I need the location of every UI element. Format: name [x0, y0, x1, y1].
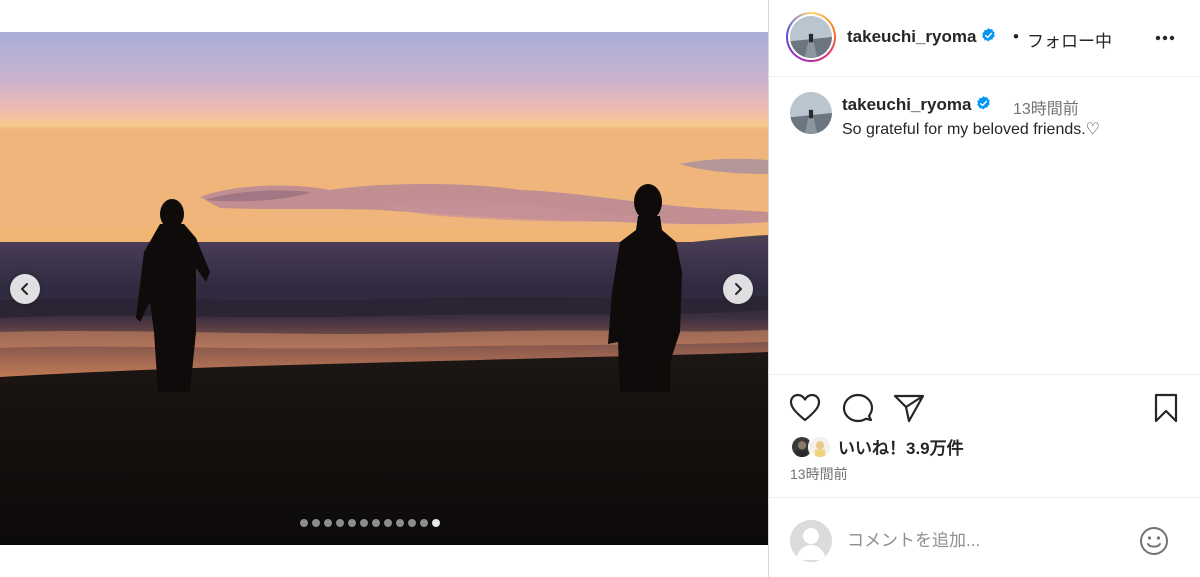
post-photo[interactable]: [0, 32, 768, 545]
carousel-dot: [396, 519, 404, 527]
chevron-right-icon: [735, 283, 742, 295]
verified-icon: [982, 28, 996, 42]
author-avatar: [790, 16, 832, 58]
carousel-indicator: [300, 519, 440, 527]
share-icon[interactable]: [893, 393, 925, 423]
comment-icon[interactable]: [842, 393, 874, 423]
carousel-dot: [336, 519, 344, 527]
carousel-dot-active: [432, 519, 440, 527]
carousel-dot: [312, 519, 320, 527]
carousel-dot: [300, 519, 308, 527]
caption-author-avatar[interactable]: [790, 92, 832, 134]
post-timestamp: 13時間前: [790, 466, 848, 482]
likes-count[interactable]: いいね！3.9万件: [838, 434, 964, 459]
carousel-dot: [408, 519, 416, 527]
actions-divider: [769, 374, 1200, 375]
more-icon[interactable]: [1153, 28, 1177, 48]
liker-avatar: [808, 434, 832, 459]
carousel-dot: [420, 519, 428, 527]
heart-icon[interactable]: [789, 393, 821, 423]
comment-divider: [769, 497, 1200, 498]
verified-icon: [977, 96, 991, 110]
comment-input[interactable]: [847, 526, 1127, 556]
caption-text: So grateful for my beloved friends.♡: [842, 121, 1101, 138]
post-side-panel: takeuchi_ryoma • フォロー中 takeuchi_ryoma 13…: [769, 0, 1200, 577]
default-avatar-icon: [790, 520, 832, 562]
author-username-text: takeuchi_ryoma: [847, 27, 977, 46]
carousel-dot: [324, 519, 332, 527]
carousel-dot: [384, 519, 392, 527]
caption-username[interactable]: takeuchi_ryoma: [842, 95, 992, 115]
carousel-dot: [360, 519, 368, 527]
bookmark-icon[interactable]: [1153, 393, 1179, 423]
caption-timestamp: 13時間前: [1013, 101, 1079, 118]
previous-slide-button[interactable]: [10, 274, 40, 304]
emoji-icon[interactable]: [1139, 526, 1169, 556]
carousel-dot: [372, 519, 380, 527]
author-avatar-story-ring[interactable]: [786, 12, 836, 62]
header-separator: •: [1013, 27, 1019, 46]
post-header: takeuchi_ryoma • フォロー中: [769, 0, 1200, 77]
chevron-left-icon: [21, 283, 28, 295]
author-username[interactable]: takeuchi_ryoma: [847, 27, 997, 47]
caption-username-text: takeuchi_ryoma: [842, 95, 972, 114]
following-button[interactable]: フォロー中: [1027, 27, 1112, 52]
likes-summary[interactable]: いいね！3.9万件: [790, 434, 964, 459]
instagram-post-view: takeuchi_ryoma • フォロー中 takeuchi_ryoma 13…: [0, 0, 1200, 577]
next-slide-button[interactable]: [723, 274, 753, 304]
media-pane: [0, 0, 768, 577]
carousel-dot: [348, 519, 356, 527]
